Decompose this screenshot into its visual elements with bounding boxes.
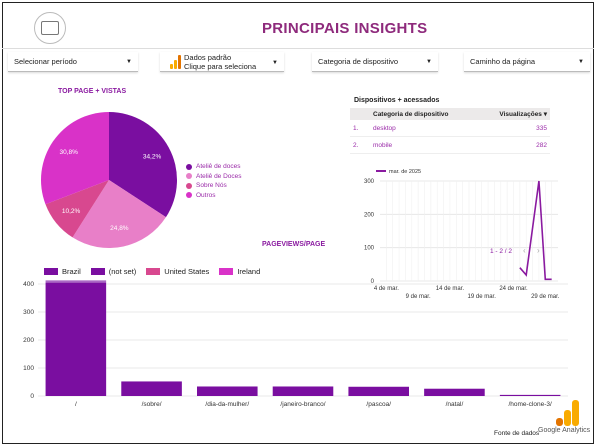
device-category-filter[interactable]: Categoria de dispositivo ▼ bbox=[312, 52, 438, 72]
x-tick-label: /natal/ bbox=[446, 401, 464, 408]
data-source-line2: Clique para seleciona bbox=[184, 61, 257, 71]
bar-legend-item[interactable]: (not set) bbox=[90, 267, 137, 276]
dropdown-arrow-icon: ▼ bbox=[272, 60, 278, 66]
bar[interactable] bbox=[424, 388, 485, 396]
legend-swatch bbox=[146, 268, 161, 275]
row-category: mobile bbox=[370, 136, 479, 154]
legend-label: Brazil bbox=[62, 267, 81, 276]
page-title: PRINCIPAIS INSIGHTS bbox=[262, 20, 428, 37]
bar-chart: 0 100 200 300 400 / /sobre/ /dia-da-mulher/ /jan… bbox=[23, 280, 568, 408]
prev-page-icon[interactable]: ‹ bbox=[523, 246, 526, 255]
legend-swatch bbox=[219, 268, 234, 275]
legend-swatch bbox=[44, 268, 58, 275]
bar[interactable] bbox=[348, 386, 409, 396]
x-tick-label: /pascoa/ bbox=[366, 401, 391, 408]
x-tick-label: /dia-da-mulher/ bbox=[205, 401, 249, 408]
pie-legend-item[interactable]: Outros bbox=[186, 191, 242, 201]
table-row[interactable]: 1. desktop 335 bbox=[350, 120, 550, 137]
device-category-label: Categoria de dispositivo bbox=[318, 57, 399, 66]
legend-label: Ireland bbox=[237, 267, 261, 276]
y-tick-label: 300 bbox=[23, 309, 34, 316]
y-tick-label: 100 bbox=[23, 365, 34, 372]
pie-legend-item[interactable]: Ateliê de doces bbox=[186, 162, 242, 172]
y-tick-label: 100 bbox=[364, 246, 375, 252]
top-page-title: TOP PAGE + VISTAS bbox=[58, 88, 127, 95]
y-tick-label: 400 bbox=[23, 281, 34, 288]
legend-swatch bbox=[186, 163, 192, 170]
google-analytics-icon bbox=[556, 400, 580, 426]
legend-swatch bbox=[186, 192, 192, 199]
table-row[interactable]: 2. mobile 282 bbox=[350, 136, 550, 154]
device-table: Categoria de dispositivo Visualizações ▾… bbox=[350, 108, 550, 154]
google-analytics-logo bbox=[540, 400, 580, 426]
bar[interactable] bbox=[45, 282, 107, 396]
bar[interactable] bbox=[499, 394, 561, 396]
legend-label: Ateliê de doces bbox=[196, 163, 241, 171]
pageviews-title: PAGEVIEWS/PAGE bbox=[262, 241, 326, 248]
google-analytics-icon bbox=[170, 55, 182, 69]
bar[interactable] bbox=[45, 280, 107, 283]
dropdown-arrow-icon: ▼ bbox=[426, 59, 432, 65]
data-source-line1: Dados padrão bbox=[184, 52, 232, 62]
views-header[interactable]: Visualizações ▾ bbox=[478, 108, 550, 120]
page-path-label: Caminho da página bbox=[470, 57, 536, 66]
period-selector[interactable]: Selecionar período ▼ bbox=[8, 52, 138, 72]
brand-logo bbox=[34, 12, 66, 44]
legend-swatch bbox=[186, 173, 192, 180]
page-path-filter[interactable]: Caminho da página ▼ bbox=[464, 52, 590, 72]
bar-legend-item[interactable]: Ireland bbox=[219, 267, 260, 276]
dropdown-arrow-icon: ▼ bbox=[578, 59, 584, 65]
data-source-footer: Fonte de dados bbox=[494, 430, 540, 437]
row-index: 2. bbox=[350, 136, 370, 154]
row-index: 1. bbox=[350, 120, 370, 137]
table-pagination: 1 - 2 / 2 bbox=[490, 248, 512, 255]
devices-title: Dispositivos + acessados bbox=[354, 97, 440, 104]
bar-legend-item[interactable]: United States bbox=[146, 267, 209, 276]
bar[interactable] bbox=[272, 386, 334, 396]
table-header-row: Categoria de dispositivo Visualizações ▾ bbox=[350, 108, 550, 120]
pie-slice-label: 34,2% bbox=[143, 154, 162, 161]
x-tick-label: / bbox=[75, 401, 77, 408]
pie-legend: Ateliê de doces Ateliê de Doces Sobre Nós O… bbox=[186, 162, 242, 200]
row-category: desktop bbox=[370, 120, 479, 137]
bar[interactable] bbox=[197, 386, 258, 396]
index-header bbox=[350, 108, 370, 120]
legend-label: Ateliê de Doces bbox=[196, 172, 242, 180]
legend-label: Sobre Nós bbox=[196, 182, 227, 190]
pie-chart: 34,2% 24,8% 10,2% 30,8% bbox=[41, 112, 177, 248]
y-tick-label: 200 bbox=[364, 212, 375, 218]
line-legend-label: mar. de 2025 bbox=[389, 169, 421, 175]
header-divider bbox=[2, 48, 594, 49]
bar-legend: Brazil (not set) United States Ireland bbox=[44, 267, 270, 276]
bar[interactable] bbox=[121, 381, 182, 396]
dropdown-arrow-icon: ▼ bbox=[126, 59, 132, 65]
row-views: 335 bbox=[478, 120, 550, 137]
category-header[interactable]: Categoria de dispositivo bbox=[370, 108, 479, 120]
row-views: 282 bbox=[478, 136, 550, 154]
next-page-icon[interactable]: › bbox=[537, 246, 540, 255]
google-analytics-text: Google Analytics bbox=[538, 427, 591, 434]
pie-slice-label: 30,8% bbox=[59, 149, 78, 156]
line-series[interactable] bbox=[519, 180, 552, 281]
bar-legend-item[interactable]: Brazil bbox=[44, 267, 81, 276]
legend-label: (not set) bbox=[108, 267, 137, 276]
legend-swatch bbox=[90, 268, 105, 275]
data-source-selector[interactable]: Dados padrão Clique para seleciona ▼ bbox=[160, 52, 284, 72]
x-tick-label: /sobre/ bbox=[142, 401, 162, 408]
legend-label: Outros bbox=[196, 191, 216, 199]
y-tick-label: 0 bbox=[30, 393, 34, 400]
pie-slice-label: 10,2% bbox=[62, 208, 81, 215]
y-tick-label: 200 bbox=[23, 337, 34, 344]
pie-legend-item[interactable]: Sobre Nós bbox=[186, 181, 242, 191]
pie-slice-label: 24,8% bbox=[110, 225, 129, 232]
legend-swatch bbox=[186, 182, 192, 189]
x-tick-label: /janeiro-branco/ bbox=[280, 401, 325, 408]
y-tick-label: 300 bbox=[364, 179, 375, 185]
period-selector-label: Selecionar período bbox=[14, 57, 77, 66]
pie-legend-item[interactable]: Ateliê de Doces bbox=[186, 172, 242, 182]
legend-label: United States bbox=[164, 267, 210, 276]
